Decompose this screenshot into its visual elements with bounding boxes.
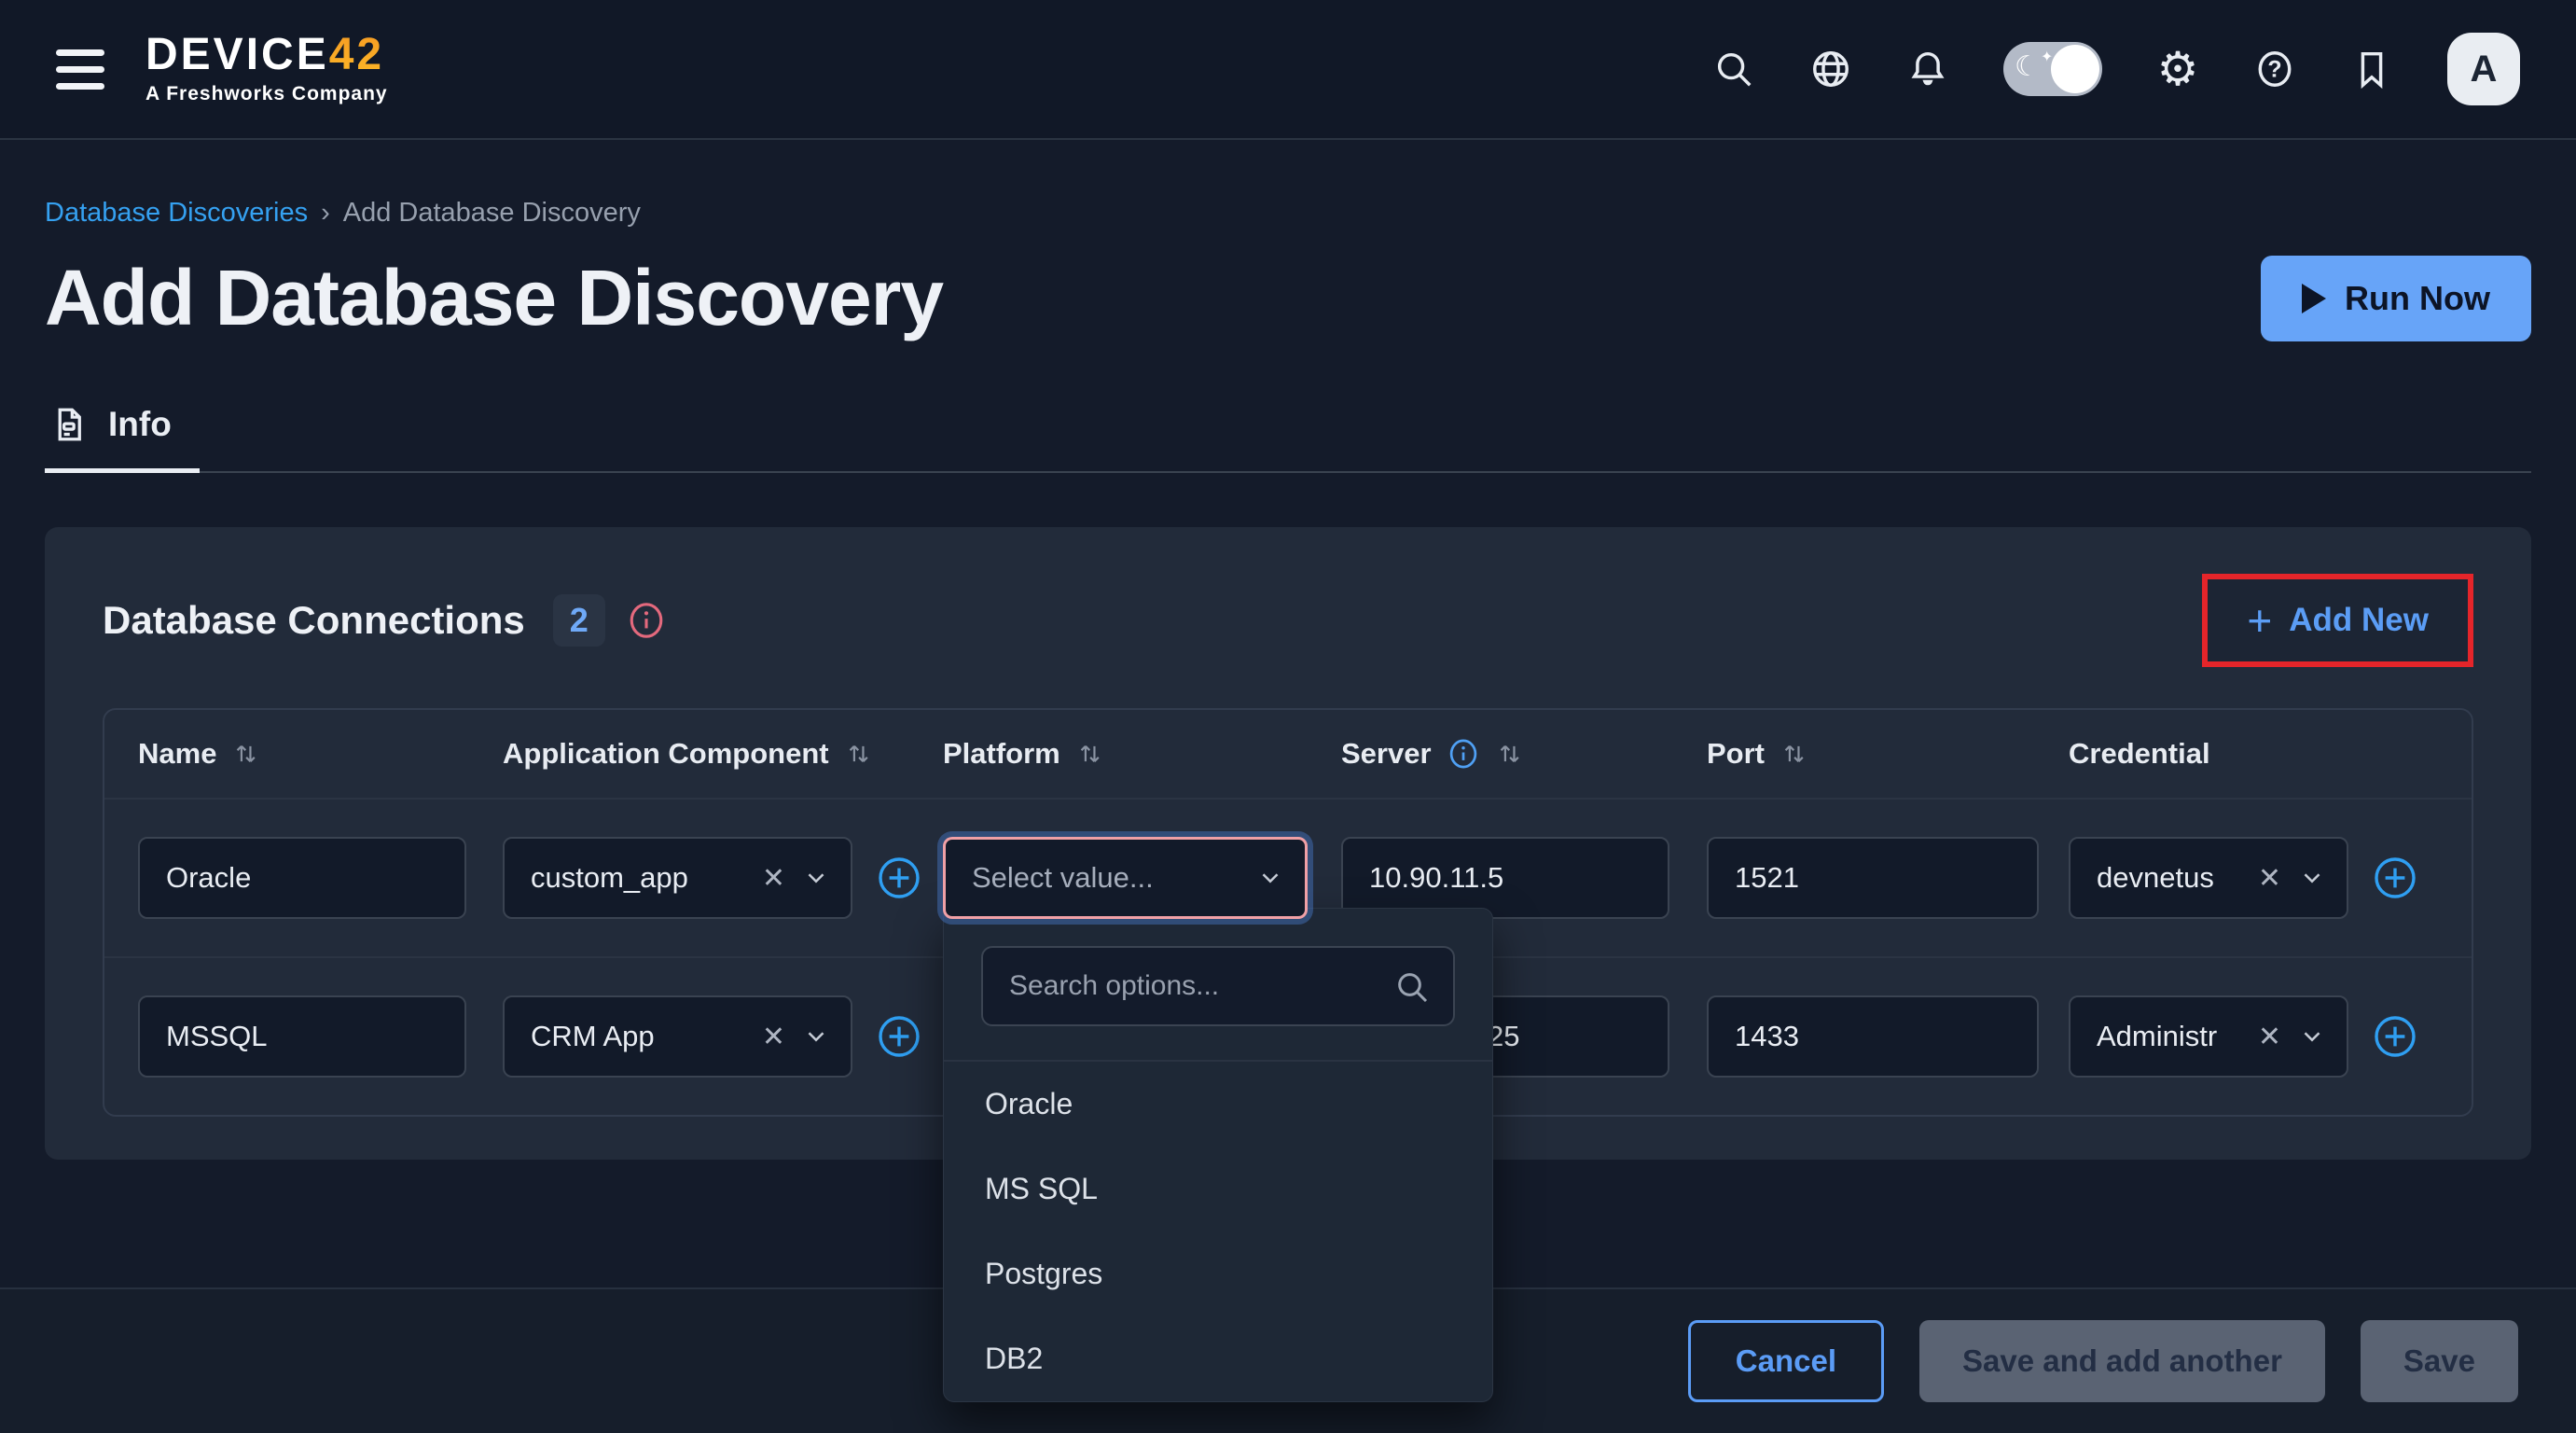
connections-count-badge: 2 bbox=[553, 594, 605, 647]
clear-icon[interactable]: ✕ bbox=[2254, 862, 2285, 895]
chevron-down-icon bbox=[2298, 864, 2326, 892]
column-header-application-component[interactable]: Application Component bbox=[503, 737, 943, 771]
dark-mode-toggle[interactable]: ☾ ✦ bbox=[2003, 42, 2102, 96]
port-input-row2[interactable] bbox=[1707, 995, 2039, 1078]
sort-icon[interactable] bbox=[1780, 740, 1807, 768]
dropdown-option-db2[interactable]: DB2 bbox=[944, 1316, 1492, 1401]
notifications-bell-icon[interactable] bbox=[1906, 48, 1949, 90]
plus-icon: + bbox=[2247, 604, 2272, 638]
add-new-label: Add New bbox=[2289, 602, 2429, 639]
chevron-down-icon bbox=[2298, 1023, 2326, 1050]
application-component-select-row1[interactable]: custom_app ✕ bbox=[503, 837, 852, 919]
application-component-select-row2[interactable]: CRM App ✕ bbox=[503, 995, 852, 1078]
section-info-icon[interactable] bbox=[626, 600, 667, 641]
page-title: Add Database Discovery bbox=[45, 253, 943, 343]
name-input-row2[interactable] bbox=[138, 995, 466, 1078]
clear-icon[interactable]: ✕ bbox=[2254, 1021, 2285, 1053]
main-content: Database Discoveries › Add Database Disc… bbox=[0, 198, 2576, 1160]
settings-gear-icon[interactable]: ⚙ bbox=[2156, 48, 2199, 90]
bookmark-icon[interactable] bbox=[2350, 48, 2393, 90]
breadcrumb-link-database-discoveries[interactable]: Database Discoveries bbox=[45, 198, 308, 229]
column-header-credential[interactable]: Credential bbox=[2069, 737, 2438, 771]
column-header-name[interactable]: Name bbox=[138, 737, 503, 771]
toggle-knob bbox=[2051, 45, 2099, 93]
platform-select-row1[interactable]: Select value... bbox=[943, 837, 1308, 919]
play-icon bbox=[2302, 284, 2326, 313]
column-header-port[interactable]: Port bbox=[1707, 737, 2069, 771]
sort-icon[interactable] bbox=[844, 740, 872, 768]
column-header-server[interactable]: Server bbox=[1341, 737, 1707, 771]
clear-icon[interactable]: ✕ bbox=[758, 862, 789, 895]
section-title: Database Connections bbox=[103, 598, 525, 643]
tab-info-label: Info bbox=[108, 405, 172, 444]
run-now-label: Run Now bbox=[2345, 279, 2490, 318]
search-icon bbox=[1393, 968, 1431, 1006]
globe-icon[interactable] bbox=[1809, 48, 1852, 90]
search-icon[interactable] bbox=[1712, 48, 1755, 90]
platform-dropdown: Oracle MS SQL Postgres DB2 bbox=[943, 908, 1493, 1402]
tab-bar: Info bbox=[45, 405, 2531, 473]
clear-icon[interactable]: ✕ bbox=[758, 1021, 789, 1053]
dropdown-option-oracle[interactable]: Oracle bbox=[944, 1062, 1492, 1147]
chevron-down-icon bbox=[802, 864, 830, 892]
add-credential-button-row1[interactable] bbox=[2373, 856, 2417, 900]
logo-subtitle: A Freshworks Company bbox=[145, 83, 388, 105]
table-header-row: Name Application Component Platform Serv… bbox=[104, 710, 2472, 800]
add-application-component-button-row2[interactable] bbox=[877, 1014, 921, 1059]
hamburger-menu-icon[interactable] bbox=[56, 49, 104, 90]
add-new-button[interactable]: + Add New bbox=[2208, 579, 2468, 661]
server-input-row1[interactable] bbox=[1341, 837, 1669, 919]
document-icon bbox=[48, 405, 88, 444]
svg-text:?: ? bbox=[2267, 57, 2281, 83]
credential-select-row1[interactable]: devnetus ✕ bbox=[2069, 837, 2348, 919]
connections-table: Name Application Component Platform Serv… bbox=[103, 708, 2473, 1117]
table-row: custom_app ✕ Select value... bbox=[104, 800, 2472, 956]
logo-brand-text: DEVICE bbox=[145, 30, 329, 79]
chevron-down-icon bbox=[802, 1023, 830, 1050]
dropdown-search-input[interactable] bbox=[981, 946, 1455, 1026]
credential-select-row2[interactable]: Administr ✕ bbox=[2069, 995, 2348, 1078]
dropdown-option-ms-sql[interactable]: MS SQL bbox=[944, 1147, 1492, 1231]
sort-icon[interactable] bbox=[1075, 740, 1103, 768]
tab-info[interactable]: Info bbox=[45, 405, 200, 473]
run-now-button[interactable]: Run Now bbox=[2261, 256, 2531, 341]
topbar: DEVICE42 A Freshworks Company ☾ ✦ ⚙ ? A bbox=[0, 0, 2576, 140]
breadcrumb-current: Add Database Discovery bbox=[343, 198, 641, 229]
breadcrumb: Database Discoveries › Add Database Disc… bbox=[45, 198, 2531, 229]
chevron-down-icon bbox=[1256, 864, 1284, 892]
sort-icon[interactable] bbox=[231, 740, 259, 768]
add-application-component-button-row1[interactable] bbox=[877, 856, 921, 900]
save-and-add-another-button[interactable]: Save and add another bbox=[1919, 1320, 2325, 1402]
sort-icon[interactable] bbox=[1495, 740, 1523, 768]
user-avatar[interactable]: A bbox=[2447, 33, 2520, 105]
logo-accent-text: 42 bbox=[329, 30, 384, 79]
save-button[interactable]: Save bbox=[2361, 1320, 2518, 1402]
column-header-platform[interactable]: Platform bbox=[943, 737, 1341, 771]
avatar-letter: A bbox=[2471, 49, 2498, 90]
add-credential-button-row2[interactable] bbox=[2373, 1014, 2417, 1059]
moon-icon: ☾ bbox=[2015, 50, 2040, 83]
logo[interactable]: DEVICE42 A Freshworks Company bbox=[145, 33, 388, 105]
port-input-row1[interactable] bbox=[1707, 837, 2039, 919]
breadcrumb-separator: › bbox=[321, 198, 330, 229]
help-icon[interactable]: ? bbox=[2253, 48, 2296, 90]
name-input-row1[interactable] bbox=[138, 837, 466, 919]
cancel-button[interactable]: Cancel bbox=[1688, 1320, 1884, 1402]
server-info-icon[interactable] bbox=[1447, 737, 1480, 771]
database-connections-card: Database Connections 2 + Add New Name bbox=[45, 527, 2531, 1160]
dropdown-option-postgres[interactable]: Postgres bbox=[944, 1231, 1492, 1316]
topbar-icons: ☾ ✦ ⚙ ? A bbox=[1712, 33, 2520, 105]
add-new-annotation-box: + Add New bbox=[2202, 574, 2473, 667]
